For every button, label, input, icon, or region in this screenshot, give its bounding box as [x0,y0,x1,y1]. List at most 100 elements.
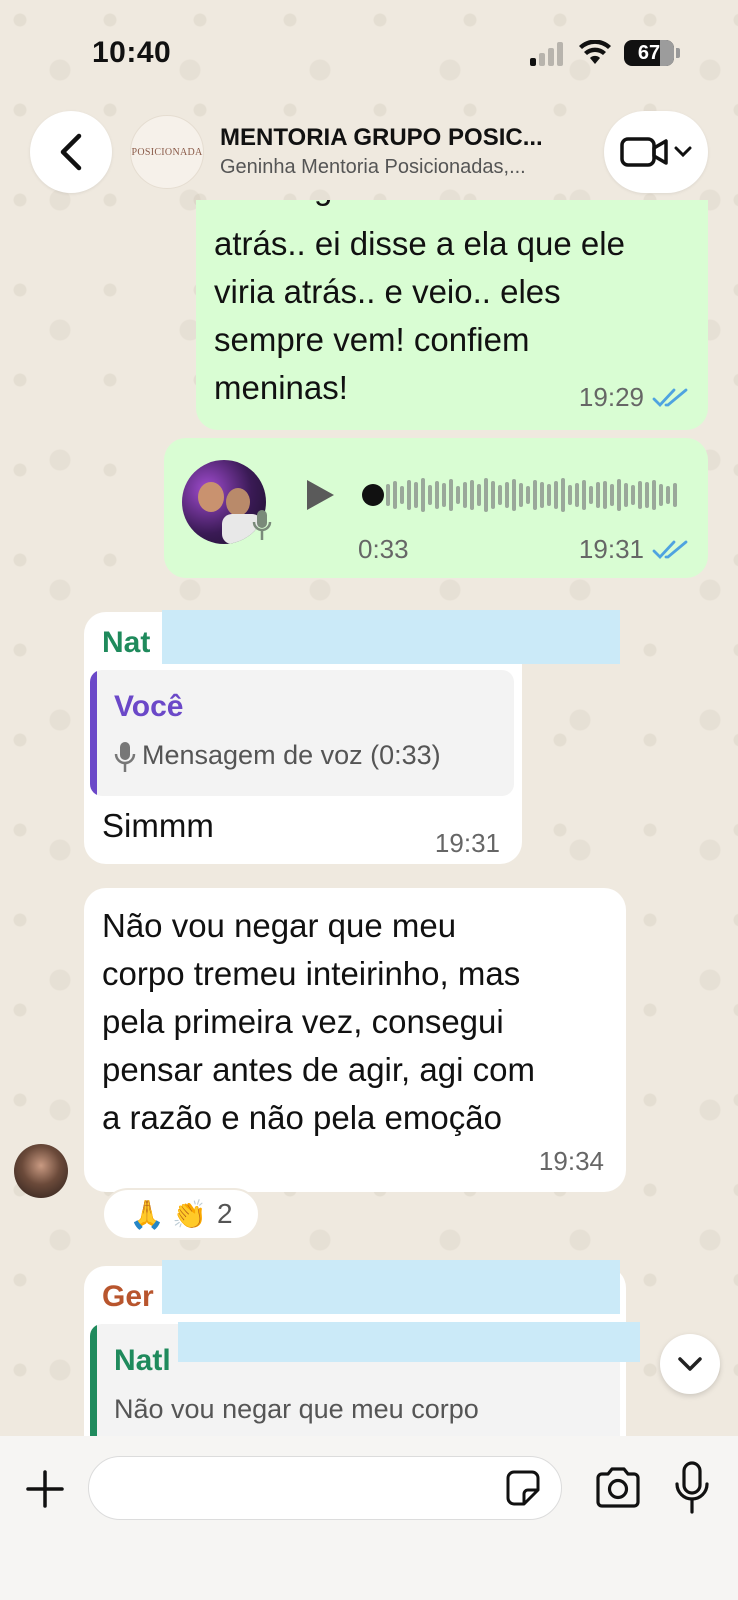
waveform-bar [491,481,495,509]
waveform-bar [477,484,481,506]
reaction-count: 2 [216,1198,233,1229]
group-avatar[interactable]: POSICIONADA [130,115,204,189]
reactions-pill[interactable]: 🙏 👏 2 [102,1188,260,1240]
message-time: 19:31 [434,828,500,858]
waveform-bar [421,478,425,512]
quote-sender: Natl [114,1344,171,1377]
sticker-icon[interactable] [502,1468,542,1508]
compose-bar [0,1436,738,1600]
waveform-bar [407,480,411,510]
back-chevron-icon [60,133,82,171]
waveform-bar [610,484,614,506]
sender-avatar[interactable] [14,1144,68,1198]
message-meta: 19:31 [579,534,690,565]
waveform-bar [519,483,523,507]
message-line: sempre vem! confiem [214,321,530,358]
double-check-icon [652,540,688,559]
waveform-bar [533,480,537,510]
waveform-bar [666,486,670,504]
video-call-button[interactable] [604,111,708,193]
waveform-bar [561,478,565,512]
back-button[interactable] [30,111,112,193]
message-line: corpo tremeu inteirinho, mas [102,955,521,992]
waveform-bar [512,479,516,511]
battery-indicator: 67 [624,40,680,66]
sender-name[interactable]: Nat [102,626,150,660]
quote-text: Não vou negar que meu corpo [114,1394,479,1424]
scroll-to-bottom-button[interactable] [660,1334,720,1394]
waveform-bar [463,482,467,508]
message-line: atrás.. ei disse a ela que ele [214,225,625,262]
waveform-bar [547,484,551,506]
waveform-bar [554,481,558,509]
redacted-quote-sender [178,1322,640,1362]
waveform-bar [575,483,579,507]
group-members[interactable]: Geninha Mentoria Posicionadas,... [220,156,580,179]
cellular-signal-icon [530,42,563,66]
sender-name[interactable]: Ger [102,1280,154,1314]
play-icon[interactable] [304,478,336,512]
message-list[interactable]: g atrás.. ei disse a ela que ele viria a… [0,200,738,1436]
message-text: Não vou negar que meu corpo tremeu intei… [102,902,612,1142]
message-time: 19:31 [578,534,644,564]
message-time: 19:34 [538,1146,604,1176]
reaction-emojis: 🙏 👏 [129,1198,207,1230]
waveform-bar [589,486,593,504]
waveform-bar [442,483,446,507]
chat-header: POSICIONADA MENTORIA GRUPO POSIC... Geni… [0,108,738,196]
waveform-bar [568,485,572,505]
waveform-bar [386,484,390,506]
status-bar: 10:40 67 [0,0,738,100]
waveform-bar [659,484,663,506]
waveform-bar [645,482,649,508]
waveform-bar [624,483,628,507]
voice-playhead[interactable] [362,484,384,506]
quoted-message[interactable]: Você Mensagem de voz (0:33) [90,670,514,796]
waveform-bar [470,480,474,510]
voice-duration: 0:33 [358,534,409,565]
message-time: 19:29 [578,382,644,412]
battery-level: 67 [637,41,661,64]
message-outgoing-voice[interactable]: 0:33 19:31 [164,438,708,578]
waveform-bar [456,486,460,504]
group-title[interactable]: MENTORIA GRUPO POSIC... [220,124,580,152]
message-text-partial: g [314,200,332,212]
redacted-sender-name [162,610,620,664]
waveform-bar [631,485,635,505]
message-line: viria atrás.. e veio.. eles [214,273,561,310]
waveform-bar [428,485,432,505]
message-meta: 19:29 [579,382,690,413]
waveform-bar [673,483,677,507]
waveform-bar [449,479,453,511]
video-camera-icon [620,137,668,167]
waveform-bar [414,482,418,508]
chevron-down-icon [674,146,692,158]
waveform-bar [505,482,509,508]
message-outgoing-text[interactable]: g atrás.. ei disse a ela que ele viria a… [196,200,708,430]
waveform-bar [484,478,488,512]
message-line: pensar antes de agir, agi com [102,1051,535,1088]
plus-icon[interactable] [22,1466,68,1512]
quote-sender: Você [114,690,184,723]
voice-duration-text: 0:33 [358,534,409,564]
waveform-bar [652,480,656,510]
waveform-bar [498,485,502,505]
message-meta: 19:31 [435,828,500,859]
waveform-bar [540,482,544,508]
camera-icon[interactable] [594,1466,642,1510]
message-line: a razão e não pela emoção [102,1099,502,1136]
chevron-down-icon [678,1357,702,1371]
waveform-bar [582,480,586,510]
waveform-bar [603,481,607,509]
message-line: Não vou negar que meu [102,907,457,944]
message-text: Simmm [102,807,214,844]
quote-text: Mensagem de voz (0:33) [142,740,441,770]
message-incoming-text[interactable]: Não vou negar que meu corpo tremeu intei… [84,888,626,1192]
waveform-bar [400,486,404,504]
voice-waveform[interactable] [386,476,677,514]
redacted-sender-name [162,1260,620,1314]
waveform-bar [638,481,642,509]
message-line: pela primeira vez, consegui [102,1003,504,1040]
mic-icon[interactable] [672,1460,712,1516]
message-input[interactable] [88,1456,562,1520]
